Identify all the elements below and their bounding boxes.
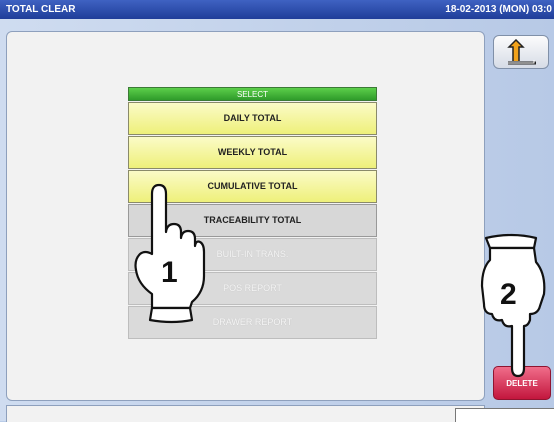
bottom-strip (6, 405, 485, 422)
return-arrow-icon (507, 39, 536, 65)
step-1-label: 1 (161, 256, 178, 289)
item-daily-total[interactable]: DAILY TOTAL (128, 102, 377, 135)
title-bar: TOTAL CLEAR 18-02-2013 (MON) 03:0 (0, 0, 554, 19)
window-title: TOTAL CLEAR (6, 4, 76, 15)
pointing-hand-icon-1: 1 (134, 183, 206, 324)
step-2-label: 2 (500, 278, 517, 311)
item-weekly-total[interactable]: WEEKLY TOTAL (128, 136, 377, 169)
status-box (455, 408, 554, 422)
back-button[interactable] (493, 35, 549, 69)
pointing-hand-icon-2: 2 (480, 233, 546, 378)
date-time: 18-02-2013 (MON) 03:0 (445, 4, 552, 15)
select-header: SELECT (128, 87, 377, 101)
